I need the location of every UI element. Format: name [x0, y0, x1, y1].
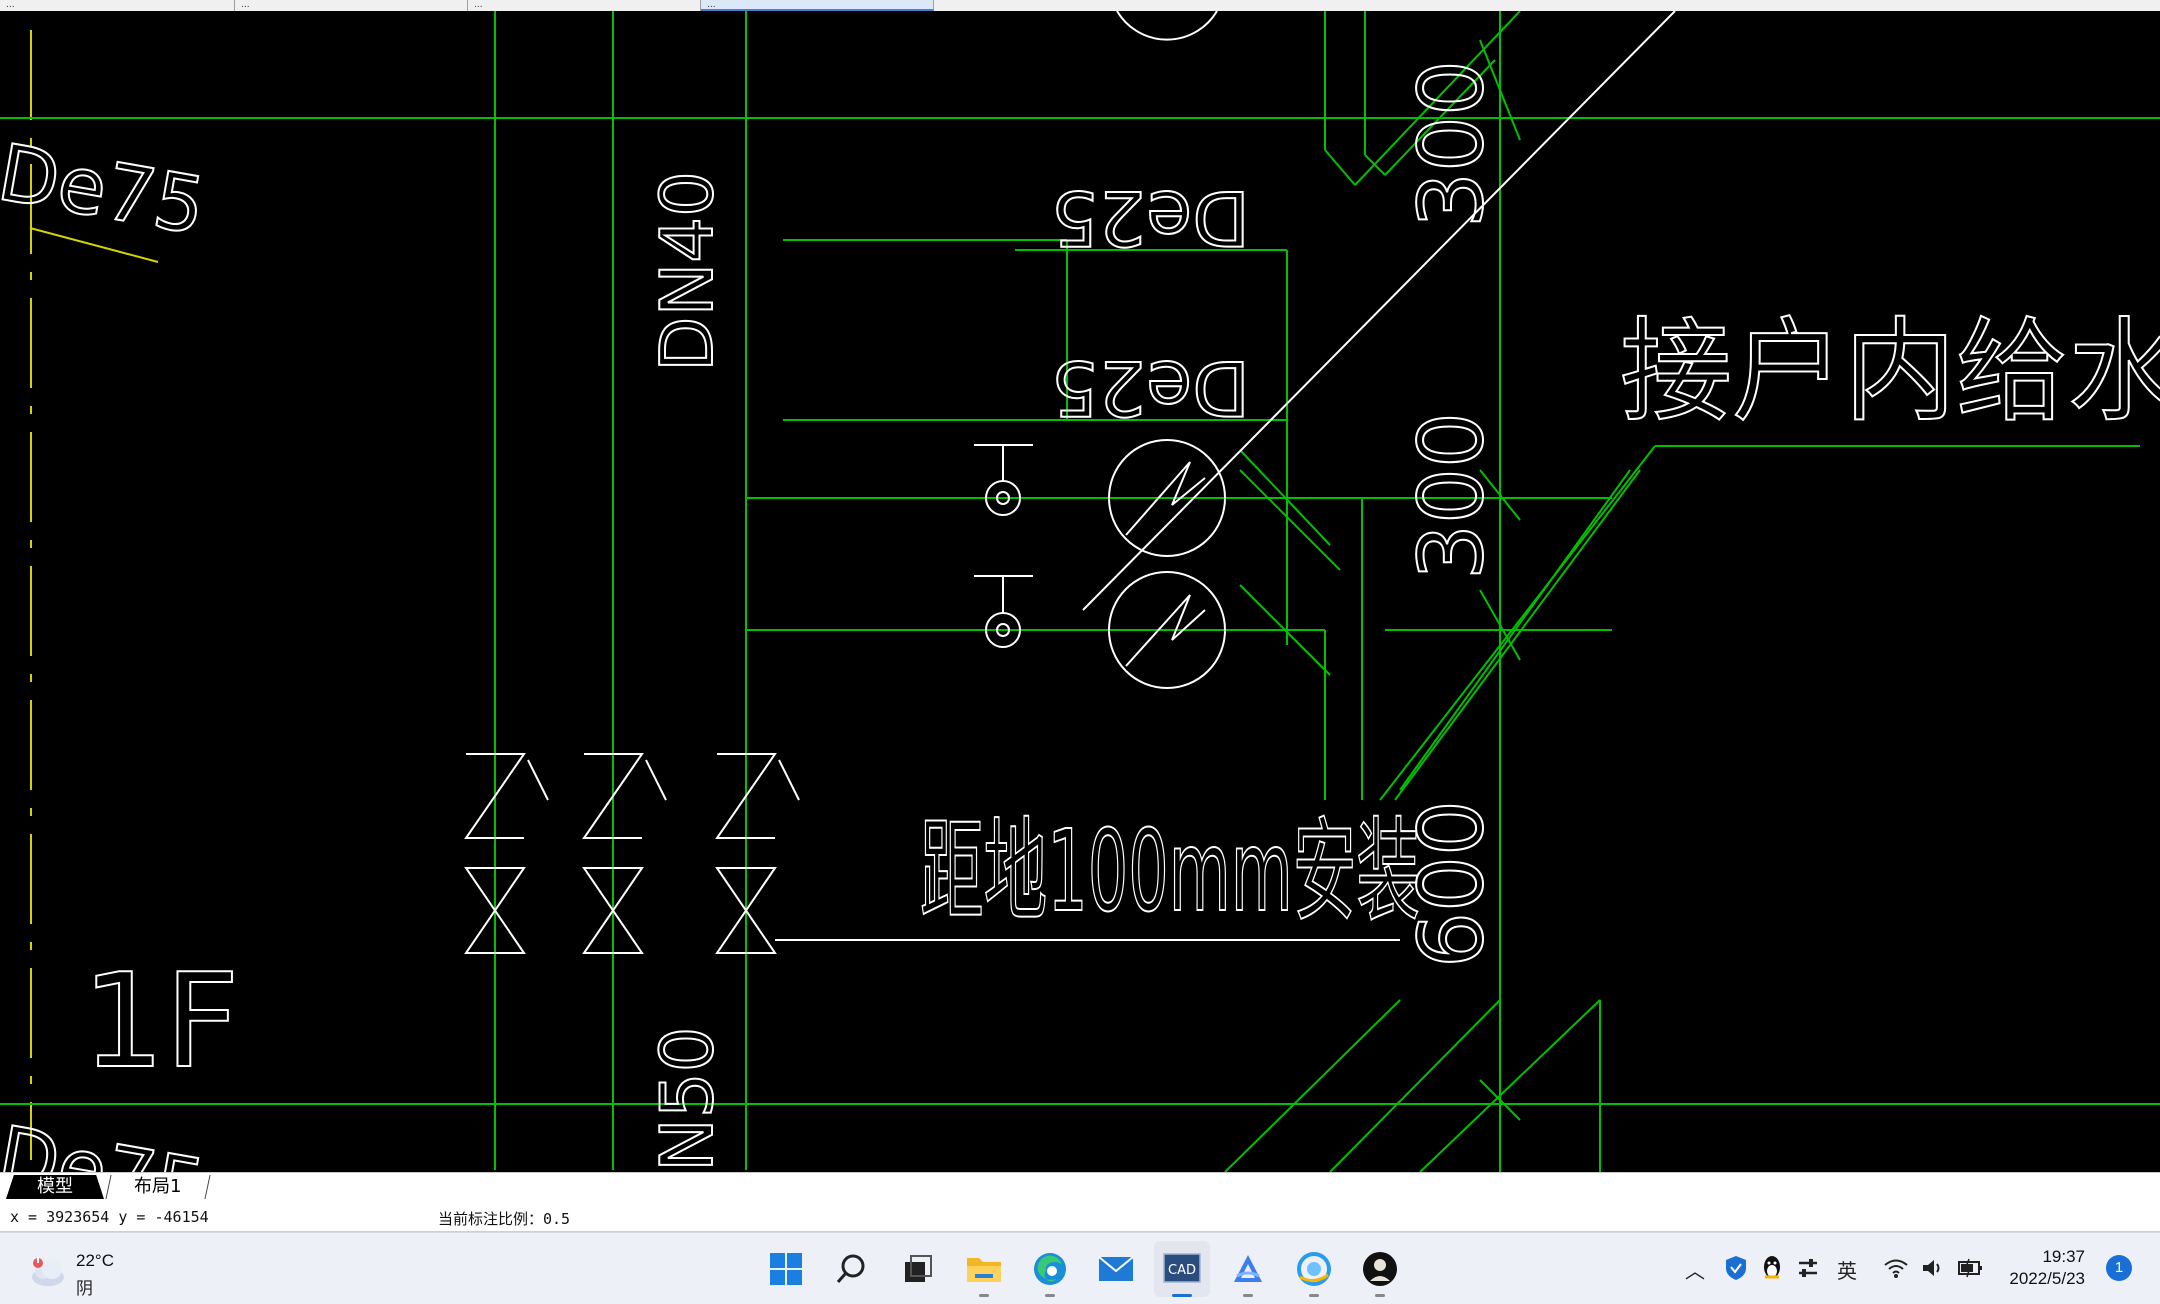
weather-widget[interactable]: 22°C 阴 [28, 1247, 148, 1299]
annotation-scale: 当前标注比例：0.5 [438, 1210, 571, 1228]
file-explorer-button[interactable] [956, 1241, 1012, 1297]
security-shield-icon[interactable] [1725, 1255, 1747, 1281]
tab-model[interactable]: 模型 [6, 1175, 104, 1199]
clock-date: 2022/5/23 [2009, 1269, 2085, 1288]
volume-icon[interactable] [1921, 1257, 1945, 1279]
tab-layout1-label: 布局1 [134, 1176, 182, 1197]
ime-indicator[interactable]: 英 [1837, 1255, 1857, 1284]
label-de25-lower: De25 [1051, 344, 1250, 432]
label-install-height: 距地100mm安装 [920, 807, 1420, 937]
running-indicator [1045, 1294, 1055, 1297]
file-explorer-icon [967, 1258, 1001, 1282]
start-button[interactable] [758, 1241, 814, 1297]
running-indicator [1172, 1294, 1192, 1297]
status-bar: x = 3923654 y = -46154 当前标注比例：0.5 [0, 1201, 2160, 1232]
weather-description: 阴 [76, 1279, 93, 1299]
windows-taskbar: 22°C 阴 CAD ︿ 英 19:37 2022/5/23 1 [0, 1232, 2160, 1304]
task-view-button[interactable] [890, 1241, 946, 1297]
running-indicator [1243, 1294, 1253, 1297]
label-dn40: DN40 [645, 171, 729, 372]
feishu-icon [1234, 1255, 1262, 1282]
task-view-icon [905, 1255, 932, 1282]
wifi-icon[interactable] [1883, 1257, 1909, 1279]
search-button[interactable] [824, 1241, 880, 1297]
document-tab[interactable]: ... [468, 0, 701, 11]
cad-app-button[interactable]: CAD [1154, 1241, 1210, 1297]
label-connect-indoor-water: 接户内给水 [1620, 307, 2160, 437]
edge-browser-button[interactable] [1022, 1241, 1078, 1297]
cursor-coordinates: x = 3923654 y = -46154 [10, 1208, 209, 1226]
tab-layout1[interactable]: 布局1 [105, 1175, 211, 1199]
qq-penguin-icon[interactable] [1761, 1255, 1783, 1281]
settings-sliders-icon[interactable] [1797, 1257, 1819, 1279]
dimension-300-upper: 300 [1400, 60, 1503, 228]
clock-time: 19:37 [2042, 1247, 2085, 1266]
cloudy-weather-icon [32, 1257, 64, 1286]
running-indicator [1375, 1294, 1385, 1297]
search-icon [836, 1254, 865, 1283]
document-tab[interactable]: ... [0, 0, 235, 11]
document-tab-active[interactable]: ... [701, 0, 934, 11]
system-clock[interactable]: 19:37 2022/5/23 [1995, 1247, 2085, 1289]
cad-icon: CAD [1163, 1253, 1201, 1283]
label-floor-1f: 1F [82, 945, 240, 1097]
feishu-button[interactable] [1220, 1241, 1276, 1297]
running-indicator [979, 1294, 989, 1297]
start-icon [770, 1253, 802, 1285]
label-dn50: N50 [645, 1027, 729, 1172]
avatar-app-button[interactable] [1352, 1241, 1408, 1297]
mail-icon [1098, 1256, 1134, 1281]
notification-badge[interactable]: 1 [2106, 1255, 2132, 1281]
weather-temperature: 22°C [76, 1251, 114, 1270]
svg-text:CAD: CAD [1168, 1263, 1196, 1278]
mail-button[interactable] [1088, 1241, 1144, 1297]
qq-browser-icon [1297, 1252, 1331, 1286]
running-indicator [1309, 1294, 1319, 1297]
dimension-300-lower: 300 [1400, 412, 1503, 580]
edge-icon [1034, 1253, 1066, 1285]
document-tab[interactable]: ... [235, 0, 468, 11]
avatar-app-icon [1363, 1252, 1397, 1286]
layout-tab-bar: 模型 布局1 [0, 1172, 2160, 1202]
chevron-up-icon[interactable]: ︿ [1685, 1255, 1705, 1284]
battery-charging-icon[interactable] [1957, 1257, 1985, 1279]
qq-browser-button[interactable] [1286, 1241, 1342, 1297]
cad-drawing-canvas[interactable]: De75 De75 DN40 N50 De25 De25 300 300 600… [0, 11, 2160, 1172]
label-de25-upper: De25 [1051, 174, 1250, 262]
